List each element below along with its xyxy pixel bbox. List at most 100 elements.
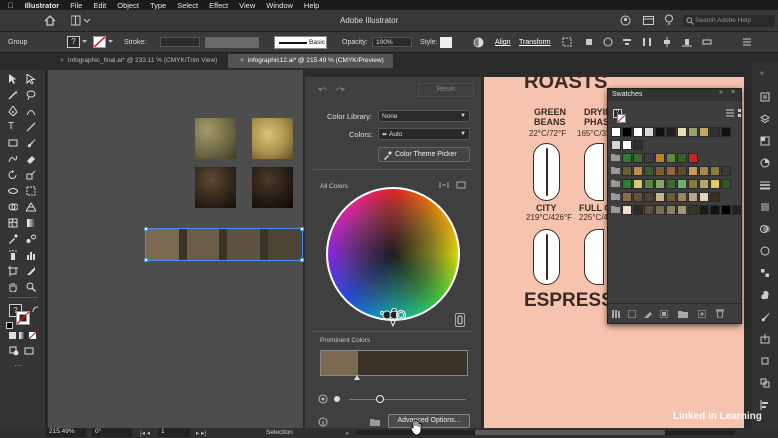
symbols-icon[interactable] bbox=[760, 290, 770, 300]
color-group-folder-icon[interactable] bbox=[611, 153, 620, 161]
layers-icon[interactable] bbox=[760, 114, 770, 124]
green-beans-photo[interactable] bbox=[195, 118, 236, 159]
swatch[interactable] bbox=[699, 179, 709, 189]
swatch[interactable] bbox=[710, 179, 720, 189]
swatch[interactable] bbox=[666, 127, 676, 137]
full-city-roast-photo[interactable] bbox=[252, 167, 293, 208]
shape-builder-tool-icon[interactable] bbox=[8, 202, 18, 212]
swatch[interactable] bbox=[622, 179, 632, 189]
next-artboard-icon[interactable]: ▸ ▸| bbox=[196, 429, 206, 437]
stroke-weight-field[interactable] bbox=[160, 37, 200, 47]
brushes-icon[interactable] bbox=[760, 312, 770, 322]
full-city-bean-icon[interactable] bbox=[584, 229, 604, 285]
panel-menu-icon[interactable] bbox=[742, 37, 752, 47]
advanced-options-button[interactable]: Advanced Options... bbox=[388, 414, 470, 428]
swatch[interactable] bbox=[644, 127, 654, 137]
swatch[interactable] bbox=[677, 127, 687, 137]
green-bean-icon[interactable] bbox=[533, 143, 560, 201]
stroke-indicator[interactable] bbox=[16, 311, 30, 325]
swatch[interactable] bbox=[655, 192, 665, 202]
swap-fill-stroke-icon[interactable] bbox=[32, 306, 39, 313]
color-group-folder-icon[interactable] bbox=[611, 192, 620, 200]
line-tool-icon[interactable] bbox=[26, 122, 36, 132]
saturation-icon[interactable] bbox=[318, 394, 328, 404]
link-harmony-icon[interactable] bbox=[439, 181, 449, 189]
hand-tool-icon[interactable] bbox=[8, 282, 18, 292]
swatch[interactable] bbox=[622, 205, 632, 215]
first-artboard-icon[interactable]: |◂ ◂ bbox=[140, 429, 150, 437]
save-colors-icon[interactable] bbox=[370, 418, 380, 426]
transparency-icon[interactable] bbox=[760, 224, 770, 234]
swatch[interactable] bbox=[644, 153, 654, 163]
swatch[interactable] bbox=[710, 192, 720, 202]
blend-tool-icon[interactable] bbox=[26, 234, 36, 244]
fill-color-swatch[interactable]: ? bbox=[67, 36, 80, 48]
swatch[interactable] bbox=[699, 166, 709, 176]
swatch-options-icon[interactable] bbox=[644, 310, 652, 318]
gradient-tool-icon[interactable] bbox=[26, 218, 36, 228]
new-color-group-icon[interactable] bbox=[678, 310, 688, 318]
swatch[interactable] bbox=[688, 192, 698, 202]
swatch[interactable] bbox=[666, 192, 676, 202]
color-wheel-mode-icon[interactable] bbox=[456, 181, 466, 189]
swatch[interactable] bbox=[622, 192, 632, 202]
adjust-slider-thumb[interactable] bbox=[376, 395, 384, 403]
free-transform-tool-icon[interactable] bbox=[26, 186, 36, 196]
swatch[interactable] bbox=[633, 153, 643, 163]
color-library-dropdown[interactable]: None ▼ bbox=[378, 110, 470, 122]
menu-help[interactable]: Help bbox=[304, 1, 319, 10]
swatch[interactable] bbox=[721, 179, 731, 189]
swatch[interactable] bbox=[611, 140, 621, 150]
wheel-selection-markers[interactable] bbox=[381, 306, 411, 328]
city-roast-photo[interactable] bbox=[195, 167, 236, 208]
apple-icon[interactable]:  bbox=[8, 1, 14, 10]
transform-link[interactable]: Transform bbox=[519, 39, 551, 46]
symbol-sprayer-tool-icon[interactable] bbox=[8, 250, 18, 260]
menu-file[interactable]: File bbox=[70, 1, 82, 10]
prominent-color-2[interactable] bbox=[358, 351, 467, 375]
eyedropper-tool-icon[interactable] bbox=[8, 234, 18, 244]
menu-edit[interactable]: Edit bbox=[93, 1, 106, 10]
variable-width-profile[interactable] bbox=[205, 37, 259, 48]
properties-icon[interactable] bbox=[760, 92, 770, 102]
swatch-libraries-icon[interactable] bbox=[612, 310, 620, 318]
reset-button[interactable]: Reset bbox=[418, 83, 474, 97]
swatch[interactable] bbox=[633, 192, 643, 202]
lasso-tool-icon[interactable] bbox=[26, 90, 36, 100]
swatch[interactable] bbox=[710, 166, 720, 176]
list-view-icon[interactable] bbox=[726, 109, 734, 117]
edit-toolbar-icon[interactable]: ··· bbox=[14, 361, 22, 370]
selected-color-bars[interactable] bbox=[144, 227, 304, 262]
scroll-left-icon[interactable]: ◂ bbox=[345, 429, 348, 437]
swatch[interactable] bbox=[710, 205, 720, 215]
account-icon[interactable] bbox=[620, 15, 631, 26]
chevron-down-icon[interactable] bbox=[108, 40, 113, 43]
artboards-icon[interactable] bbox=[760, 356, 770, 366]
zoom-field[interactable]: 215.49% bbox=[46, 428, 86, 437]
rectangle-tool-icon[interactable] bbox=[8, 138, 18, 148]
arrange-documents-icon[interactable] bbox=[643, 15, 654, 26]
column-graph-tool-icon[interactable] bbox=[26, 250, 36, 260]
swatch[interactable] bbox=[622, 140, 632, 150]
swatch[interactable] bbox=[633, 140, 643, 150]
gradient-mode-icon[interactable] bbox=[19, 332, 26, 339]
select-similar-icon[interactable] bbox=[584, 37, 594, 47]
swatch[interactable] bbox=[655, 205, 665, 215]
thumbnail-view-icon[interactable] bbox=[738, 109, 742, 117]
type-tool-icon[interactable]: T bbox=[8, 122, 18, 132]
prominent-divider-handle[interactable] bbox=[354, 375, 360, 381]
color-group-folder-icon[interactable] bbox=[611, 179, 620, 187]
chevron-down-icon[interactable] bbox=[82, 40, 87, 43]
swatch[interactable] bbox=[644, 192, 654, 202]
collapse-icon[interactable]: » bbox=[719, 89, 723, 96]
swatch[interactable] bbox=[688, 153, 698, 163]
draw-normal-icon[interactable] bbox=[9, 346, 19, 356]
align-center-icon[interactable] bbox=[662, 37, 672, 47]
swatch[interactable] bbox=[622, 127, 632, 137]
swatch[interactable] bbox=[666, 205, 676, 215]
menu-view[interactable]: View bbox=[239, 1, 255, 10]
brush-definition[interactable]: Basic bbox=[274, 36, 327, 49]
magic-wand-tool-icon[interactable] bbox=[8, 90, 18, 100]
zoom-tool-icon[interactable] bbox=[26, 282, 36, 292]
asset-export-icon[interactable] bbox=[760, 334, 770, 344]
